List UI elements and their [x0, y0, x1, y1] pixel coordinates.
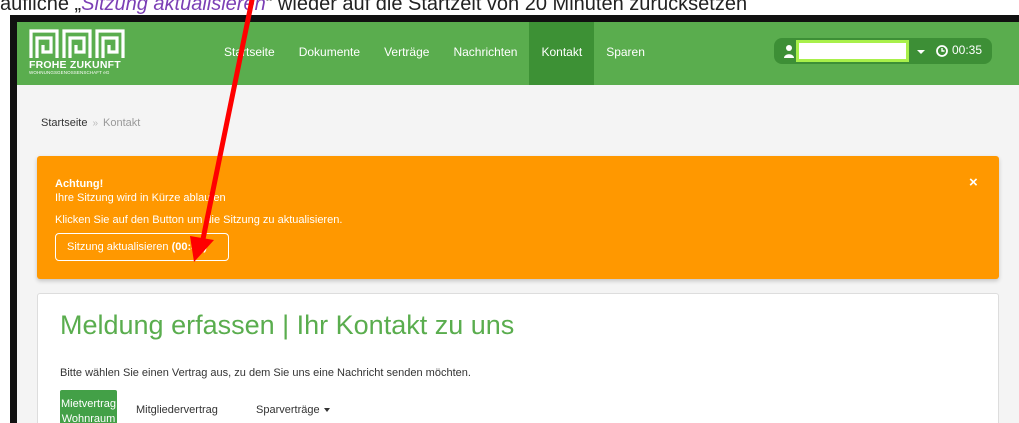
breadcrumb: Startseite » Kontakt: [41, 117, 140, 129]
tab-mietvertrag-line2: Wohnraum: [61, 413, 116, 423]
refresh-session-button[interactable]: Sitzung aktualisieren (00:35): [55, 233, 229, 261]
screenshot: aufliche „Sitzung aktualisieren“ wieder …: [0, 0, 1019, 423]
session-warning-alert: Achtung! Ihre Sitzung wird in Kürze abla…: [37, 156, 999, 279]
nav-item-dokumente[interactable]: Dokumente: [287, 22, 372, 85]
contact-card: Meldung erfassen | Ihr Kontakt zu uns Bi…: [37, 293, 999, 423]
close-icon[interactable]: ×: [969, 174, 978, 191]
user-session-box: 00:35: [774, 38, 992, 64]
logo-subtitle: WOHNUNGSGENOSSENSCHAFT eG: [29, 70, 110, 75]
clock-icon: [936, 45, 948, 57]
instruction-caption: aufliche „Sitzung aktualisieren“ wieder …: [0, 0, 1019, 15]
refresh-session-timer: (00:35): [171, 241, 208, 253]
logo-mark: [29, 29, 125, 58]
breadcrumb-separator: »: [92, 118, 99, 129]
contract-select-hint: Bitte wählen Sie einen Vertrag aus, zu d…: [60, 367, 471, 379]
tab-mietvertrag-wohnraum[interactable]: Mietvertrag Wohnraum: [60, 390, 117, 423]
caret-down-icon[interactable]: [914, 40, 928, 62]
alert-instruction: Klicken Sie auf den Button um die Sitzun…: [55, 214, 343, 226]
username-field[interactable]: [796, 40, 909, 62]
logo[interactable]: FROHE ZUKUNFT WOHNUNGSGENOSSENSCHAFT eG: [27, 28, 137, 80]
tab-sparvertraege[interactable]: Sparverträge: [256, 404, 330, 416]
tab-mietvertrag-line1: Mietvertrag: [60, 398, 117, 410]
refresh-session-label: Sitzung aktualisieren: [67, 241, 169, 253]
nav-item-vertraege[interactable]: Verträge: [372, 22, 441, 85]
caption-highlight: Sitzung aktualisieren: [81, 0, 266, 15]
page-title: Meldung erfassen | Ihr Kontakt zu uns: [60, 310, 515, 340]
session-timer: 00:35: [952, 43, 983, 57]
top-navbar: FROHE ZUKUNFT WOHNUNGSGENOSSENSCHAFT eG …: [17, 22, 1019, 85]
caption-prefix: aufliche „: [0, 0, 82, 15]
nav-item-sparen[interactable]: Sparen: [594, 22, 657, 85]
caption-suffix: “ wieder auf die Startzeit von 20 Minute…: [265, 0, 748, 15]
breadcrumb-current: Kontakt: [103, 117, 141, 129]
browser-viewport: FROHE ZUKUNFT WOHNUNGSGENOSSENSCHAFT eG …: [10, 15, 1019, 423]
alert-title: Achtung!: [55, 178, 104, 190]
tab-mitgliedervertrag[interactable]: Mitgliedervertrag: [136, 404, 218, 416]
alert-message: Ihre Sitzung wird in Kürze ablaufen: [55, 192, 226, 204]
nav-item-startseite[interactable]: Startseite: [212, 22, 287, 85]
user-icon: [784, 45, 794, 58]
main-menu: Startseite Dokumente Verträge Nachrichte…: [212, 22, 657, 85]
nav-item-nachrichten[interactable]: Nachrichten: [441, 22, 529, 85]
breadcrumb-home[interactable]: Startseite: [41, 117, 87, 129]
nav-item-kontakt[interactable]: Kontakt: [529, 22, 595, 85]
tab-sparvertraege-label: Sparverträge: [256, 404, 320, 416]
caret-down-icon: [323, 408, 330, 413]
